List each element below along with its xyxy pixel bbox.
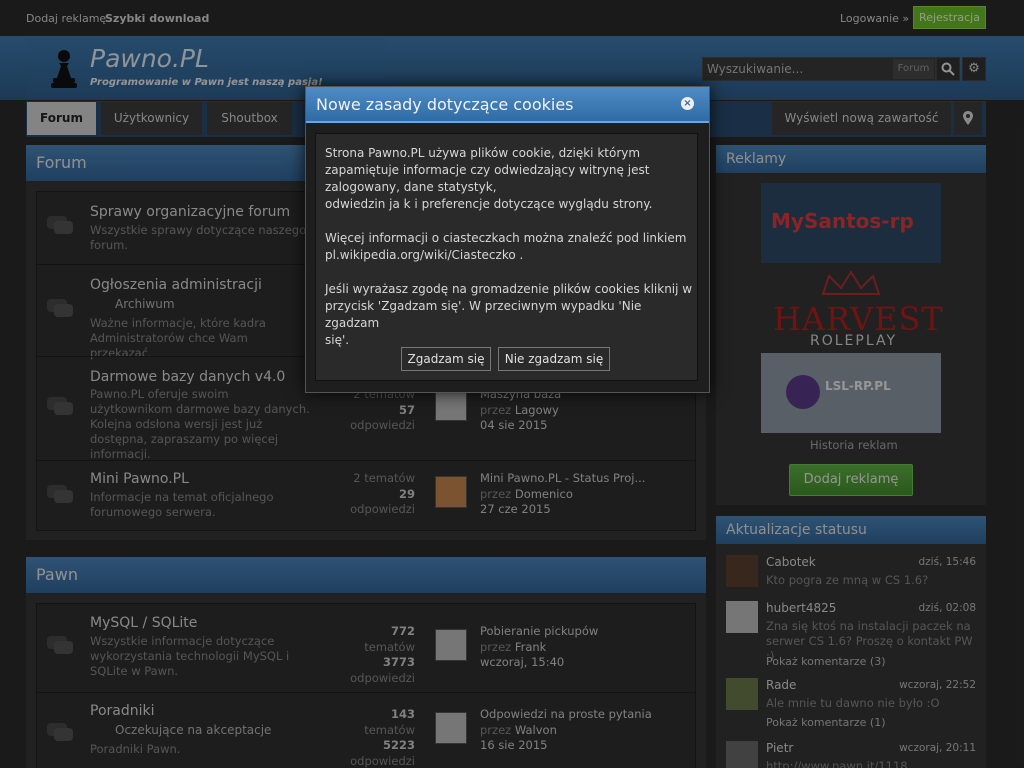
cookie-paragraph-3: Jeśli wyrażasz zgodę na gromadzenie plik… <box>325 282 693 347</box>
cookie-paragraph-1: Strona Pawno.PL używa plików cookie, dzi… <box>325 146 653 211</box>
modal-title: Nowe zasady dotyczące cookies <box>306 87 709 123</box>
disagree-button[interactable]: Nie zgadzam się <box>498 347 610 371</box>
close-icon[interactable]: × <box>681 97 694 110</box>
agree-button[interactable]: Zgadzam się <box>401 347 491 371</box>
cookie-paragraph-2: Więcej informacji o ciasteczkach można z… <box>325 231 687 262</box>
